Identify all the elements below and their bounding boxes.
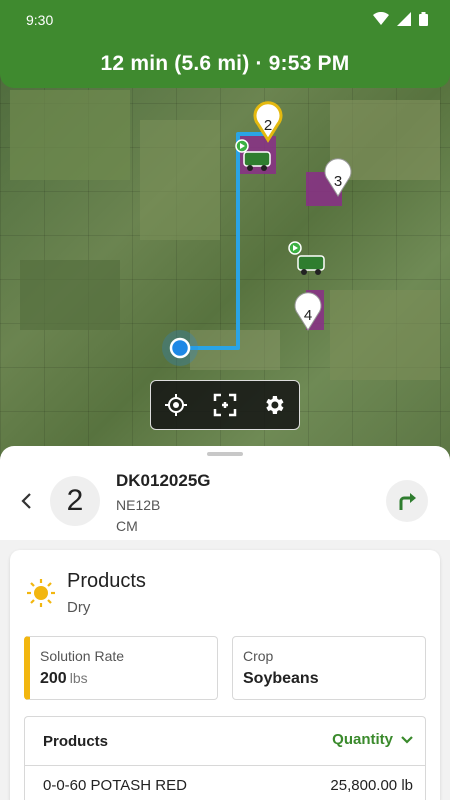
table-row-product-name: 0-0-60 POTASH RED <box>43 777 187 794</box>
map-pin-4-label: 4 <box>304 307 312 324</box>
stop-number: 2 <box>66 484 84 517</box>
sun-icon <box>27 579 55 607</box>
sheet-drag-handle[interactable] <box>207 452 243 456</box>
stop-detail-sheet: 2 DK012025G NE12B CM Products Dry Soluti… <box>0 446 450 800</box>
stop-title: DK012025G <box>116 471 211 490</box>
vehicle-icon <box>288 241 325 275</box>
table-divider <box>25 765 425 766</box>
eta-text: 12 min (5.6 mi) · 9:53 PM <box>100 52 350 75</box>
chevron-down-icon <box>401 735 413 744</box>
crosshair-icon[interactable] <box>161 390 191 420</box>
products-title: Products <box>67 570 146 592</box>
map-pin-3-label: 3 <box>334 173 342 190</box>
current-location-dot <box>169 337 191 359</box>
products-card: Products Dry Solution Rate 200 lbs Crop S… <box>10 550 440 800</box>
navigate-button[interactable] <box>386 480 428 522</box>
crop-box: Crop Soybeans <box>232 636 426 700</box>
products-subtitle: Dry <box>67 599 91 616</box>
turn-right-icon <box>399 493 416 510</box>
solution-rate-value: 200 lbs <box>40 670 88 688</box>
crop-label: Crop <box>243 648 274 664</box>
status-bar: 9:30 <box>0 0 450 40</box>
gear-icon[interactable] <box>259 390 289 420</box>
solution-rate-unit: lbs <box>69 670 88 686</box>
battery-icon <box>419 12 428 26</box>
solution-rate-number: 200 <box>40 670 67 687</box>
status-time: 9:30 <box>26 12 54 28</box>
wifi-icon <box>373 12 389 25</box>
products-column-header: Products <box>43 733 109 750</box>
solution-rate-box: Solution Rate 200 lbs <box>24 636 218 700</box>
stop-number-badge: 2 <box>50 476 100 526</box>
navigation-header: 9:30 12 min (5.6 mi) · 9:53 PM <box>0 0 450 88</box>
quantity-sort-button[interactable]: Quantity <box>332 731 413 748</box>
quantity-column-header: Quantity <box>332 731 393 748</box>
status-icons <box>373 12 428 26</box>
stop-field-name: NE12B <box>116 497 161 513</box>
products-table: Products Quantity 0-0-60 POTASH RED 25,8… <box>24 716 426 800</box>
map-pin-2-label: 2 <box>264 117 272 134</box>
chevron-left-icon[interactable] <box>14 486 38 516</box>
solution-rate-label: Solution Rate <box>40 648 125 664</box>
crop-value: Soybeans <box>243 670 319 687</box>
stop-field-code: CM <box>116 518 138 534</box>
signal-icon <box>397 12 411 26</box>
table-row-product-qty: 25,800.00 lb <box>330 777 413 794</box>
fit-bounds-icon[interactable] <box>210 390 240 420</box>
map-toolbar <box>150 380 300 430</box>
